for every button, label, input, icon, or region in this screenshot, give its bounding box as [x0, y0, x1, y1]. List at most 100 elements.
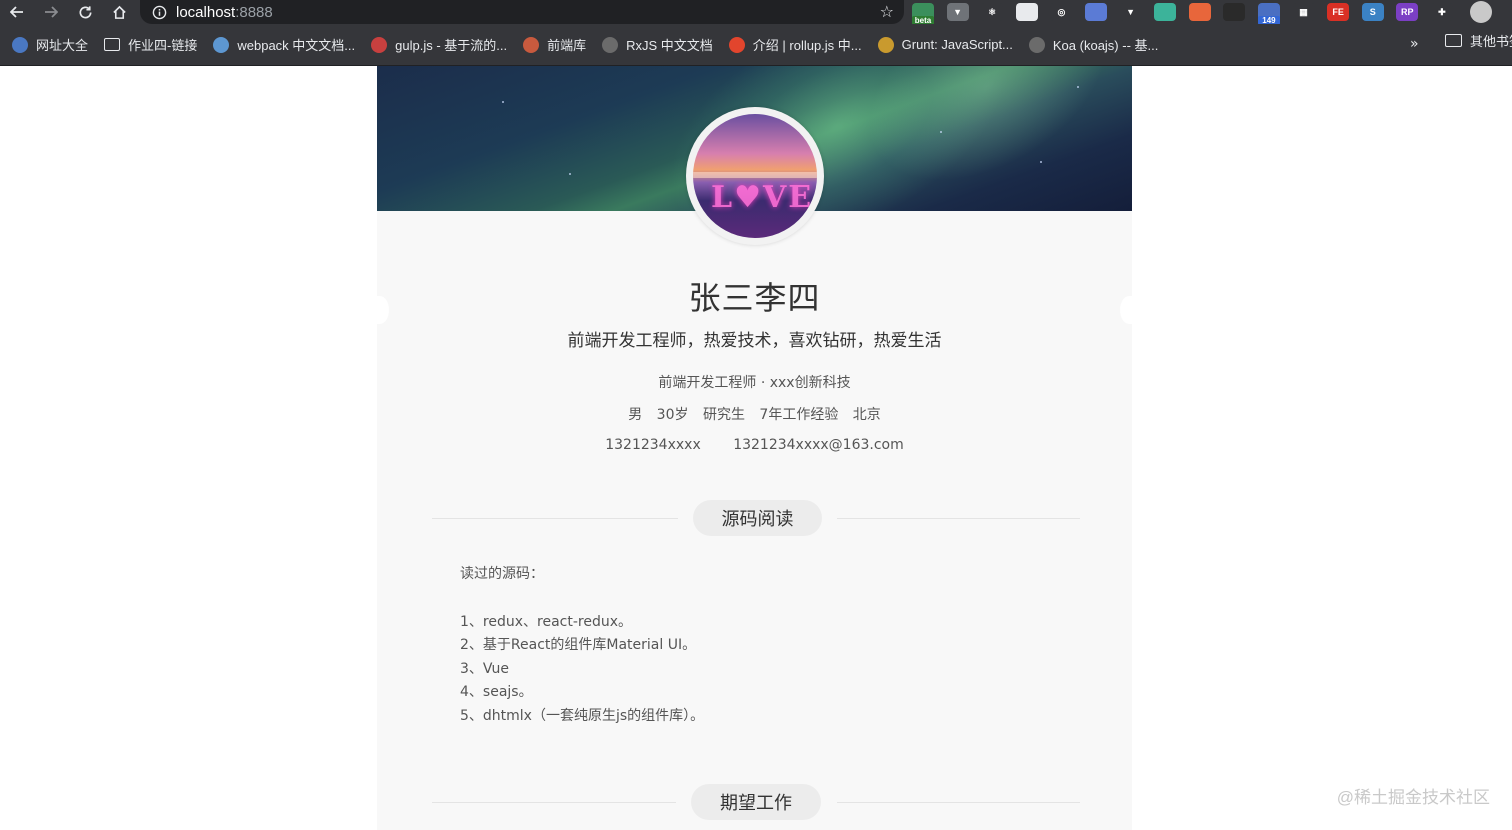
profile-info: 男 30岁 研究生 7年工作经验 北京: [377, 404, 1132, 424]
bookmark-item[interactable]: webpack 中文文档...: [205, 31, 363, 59]
bookmark-item[interactable]: 网址大全: [4, 31, 96, 59]
rp-ext-icon[interactable]: RP: [1396, 3, 1419, 21]
star-dot: [940, 131, 942, 133]
bookmark-label: 介绍 | rollup.js 中...: [752, 38, 862, 53]
bookmark-item[interactable]: 前端库: [515, 31, 594, 59]
list-item: 1、redux、react-redux。: [460, 613, 632, 630]
folder-icon: [1445, 34, 1462, 47]
bookmark-item[interactable]: Koa (koajs) -- 基...: [1021, 31, 1166, 59]
forward-arrow-icon: [45, 6, 58, 18]
extension-glyph: ⚛: [988, 6, 997, 17]
other-bookmarks-label: 其他书签: [1470, 35, 1512, 50]
bookmark-item[interactable]: 介绍 | rollup.js 中...: [721, 31, 870, 59]
section-title: 期望工作: [691, 784, 821, 820]
back-arrow-icon: [10, 6, 23, 18]
back-button[interactable]: [0, 0, 34, 24]
bookmark-item[interactable]: Grunt: JavaScript...: [870, 31, 1021, 59]
grunt-icon: [877, 36, 894, 53]
extension-glyph: S: [1369, 7, 1376, 17]
rollup-icon: [728, 36, 745, 53]
globe-icon: [1028, 36, 1045, 53]
address-bar[interactable]: localhost:8888 ☆: [140, 0, 904, 24]
profile-contact: 1321234xxxx 1321234xxxx@163.com: [377, 437, 1132, 453]
star-dot: [1077, 86, 1079, 88]
star-dot: [1040, 161, 1042, 163]
reload-button[interactable]: [68, 0, 102, 24]
browser-toolbar: localhost:8888 ☆ beta ▼ ⚛ ◎ ▼ 149 ▦ FE S RP ✚: [0, 0, 1512, 25]
bookmark-item[interactable]: gulp.js - 基于流的...: [363, 31, 515, 59]
extension-glyph: ✚: [1438, 6, 1446, 17]
avatar-image-text: L♥VE: [711, 180, 814, 215]
blue-ext-icon[interactable]: [1084, 3, 1107, 21]
dark-ext-icon[interactable]: [1223, 3, 1246, 21]
contact-phone: 1321234xxxx: [605, 437, 701, 453]
profile-job: 前端开发工程师 · xxx创新科技: [658, 375, 851, 391]
site-info-icon[interactable]: [150, 3, 168, 21]
counter-ext-icon[interactable]: 149: [1257, 3, 1280, 25]
watermark: @稀土掘金技术社区: [1336, 788, 1490, 807]
green-ext-icon[interactable]: [1154, 3, 1177, 21]
resume-card: L♥VE 张三李四 前端开发工程师，热爱技术，喜欢钻研，热爱生活 前端开发工程师…: [371, 66, 1138, 830]
extension-glyph: RP: [1401, 7, 1414, 17]
url-port: :8888: [235, 3, 273, 21]
extension-glyph: ▼: [1126, 7, 1136, 17]
puzzle-icon[interactable]: ✚: [1430, 3, 1453, 21]
url-host: localhost: [176, 3, 236, 21]
section-header: 期望工作: [432, 784, 1080, 820]
page-viewport: L♥VE 张三李四 前端开发工程师，热爱技术，喜欢钻研，热爱生活 前端开发工程师…: [0, 66, 1512, 830]
list-item: 4、seajs。: [460, 684, 533, 701]
target-ext-icon[interactable]: ◎: [1050, 3, 1073, 21]
info-degree: 研究生: [702, 407, 745, 423]
bookmark-label: Koa (koajs) -- 基...: [1052, 38, 1159, 53]
beta-ext-icon[interactable]: beta: [912, 3, 934, 25]
home-button[interactable]: [102, 0, 136, 24]
webpack-icon: [213, 36, 230, 53]
vue-devtools-icon[interactable]: ▼: [946, 3, 969, 21]
bookmark-label: 网址大全: [36, 38, 89, 53]
list-item: 3、Vue: [460, 660, 510, 677]
bookmark-label: gulp.js - 基于流的...: [395, 38, 508, 53]
circle-ext-icon[interactable]: [1015, 3, 1038, 21]
bookmarks-bar: 网址大全 作业四-链接 webpack 中文文档... gulp.js - 基于流的.…: [0, 24, 1512, 66]
list-item: 5、dhtmlx（一套纯原生js的组件库）。: [460, 707, 705, 724]
extension-glyph: ▼: [953, 7, 963, 17]
bookmark-item[interactable]: 作业四-链接: [96, 31, 205, 59]
profile-name: 张三李四: [688, 279, 821, 317]
bookmark-item[interactable]: RxJS 中文文档: [594, 31, 721, 59]
bookmark-label: Grunt: JavaScript...: [901, 37, 1013, 52]
qr-ext-icon[interactable]: ▦: [1292, 3, 1315, 21]
extension-glyph: ▦: [1299, 6, 1308, 17]
folder-icon: [104, 38, 121, 51]
angular-icon: [523, 36, 540, 53]
info-gender: 男: [628, 407, 643, 423]
home-icon: [112, 5, 126, 19]
section-intro: 读过的源码：: [460, 566, 544, 582]
bookmarks-overflow-button[interactable]: »: [1410, 36, 1419, 52]
gulp-icon: [371, 36, 388, 53]
bookmark-star-icon[interactable]: ☆: [880, 2, 894, 21]
list-item: 2、基于React的组件库Material UI。: [460, 637, 697, 654]
reload-icon: [79, 5, 91, 18]
globe-icon: [602, 36, 619, 53]
bookmark-label: 作业四-链接: [128, 38, 198, 53]
forward-button[interactable]: [34, 0, 68, 24]
star-dot: [569, 173, 571, 175]
section-title: 源码阅读: [693, 500, 822, 536]
extension-glyph: ◎: [1057, 6, 1066, 17]
avatar-horizon: [693, 172, 817, 178]
s-ext-icon[interactable]: S: [1361, 3, 1384, 21]
avatar: L♥VE: [693, 114, 817, 238]
section-divider: [432, 802, 676, 803]
bookmark-label: RxJS 中文文档: [626, 38, 713, 53]
fe-ext-icon[interactable]: FE: [1327, 3, 1350, 21]
orange-ext-icon[interactable]: [1188, 3, 1211, 21]
info-experience: 7年工作经验: [759, 407, 839, 423]
contact-email: 1321234xxxx@163.com: [733, 437, 904, 453]
react-devtools-icon[interactable]: ⚛: [981, 3, 1004, 21]
profile-avatar[interactable]: [1470, 1, 1492, 23]
other-bookmarks-button[interactable]: 其他书签: [1440, 31, 1512, 50]
section-divider: [837, 518, 1080, 519]
bookmark-label: webpack 中文文档...: [237, 38, 356, 53]
triangle-ext-icon[interactable]: ▼: [1119, 3, 1142, 21]
